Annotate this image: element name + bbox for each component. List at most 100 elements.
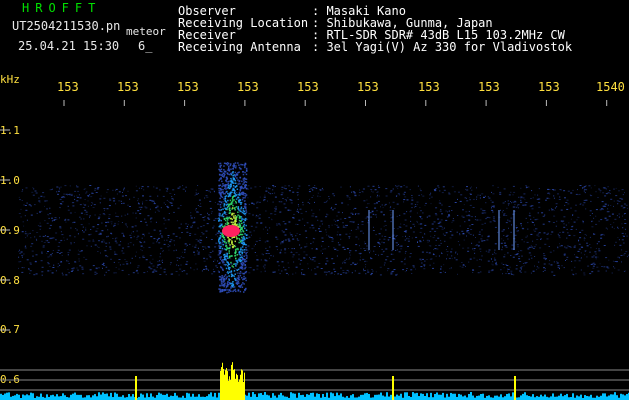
baseline-bar [480, 394, 482, 400]
noise-pixel [611, 226, 613, 228]
noise-pixel [46, 252, 48, 254]
noise-pixel [76, 267, 78, 269]
echo-pixel [223, 203, 225, 205]
baseline-bar [616, 395, 618, 400]
noise-pixel [553, 274, 556, 276]
echo-pixel [231, 191, 233, 193]
noise-pixel [469, 187, 471, 189]
noise-pixel [94, 244, 97, 246]
noise-pixel [468, 232, 470, 234]
noise-pixel [533, 216, 535, 218]
noise-pixel [491, 201, 494, 203]
noise-pixel [175, 249, 177, 251]
noise-pixel [293, 261, 295, 263]
noise-pixel [378, 195, 380, 197]
echo-pixel [242, 225, 244, 228]
level-bar [244, 372, 245, 400]
echo-pixel [228, 165, 230, 168]
noise-pixel [617, 237, 619, 239]
noise-pixel [615, 195, 618, 197]
noise-pixel [27, 233, 30, 235]
noise-pixel [94, 189, 96, 191]
noise-pixel [618, 213, 620, 215]
echo-pixel [245, 234, 248, 236]
noise-pixel [619, 244, 622, 246]
noise-pixel [471, 186, 472, 188]
noise-pixel [108, 218, 111, 219]
noise-pixel [268, 217, 270, 219]
noise-pixel [163, 239, 165, 241]
noise-pixel [441, 253, 443, 254]
baseline-bar [346, 396, 348, 400]
noise-pixel [581, 257, 582, 259]
noise-pixel [417, 245, 420, 247]
noise-pixel [47, 263, 50, 265]
noise-pixel [19, 252, 22, 254]
noise-pixel [594, 256, 597, 258]
noise-pixel [59, 186, 62, 188]
noise-pixel [434, 235, 436, 237]
noise-pixel [589, 273, 592, 275]
echo-pixel [232, 199, 234, 201]
noise-pixel [547, 232, 549, 234]
level-bar [226, 368, 227, 400]
noise-pixel [67, 194, 68, 196]
x-tick-7: 153 [418, 80, 440, 94]
noise-pixel [314, 273, 317, 275]
noise-pixel [594, 185, 596, 187]
noise-pixel [489, 217, 491, 219]
echo-pixel [221, 196, 224, 198]
noise-pixel [248, 267, 250, 269]
noise-pixel [506, 207, 508, 209]
noise-pixel [59, 264, 61, 266]
echo-pixel [228, 207, 231, 210]
noise-pixel [113, 200, 116, 202]
noise-pixel [374, 189, 377, 191]
noise-pixel [139, 213, 142, 215]
echo-pixel [221, 275, 223, 277]
noise-pixel [532, 222, 534, 223]
noise-pixel [81, 266, 84, 268]
noise-pixel [557, 265, 560, 267]
noise-pixel [203, 268, 205, 270]
noise-pixel [371, 269, 373, 270]
noise-pixel [344, 226, 347, 228]
echo-pixel [239, 187, 242, 189]
noise-pixel [392, 201, 395, 203]
echo-pixel [233, 199, 235, 201]
noise-pixel [451, 248, 453, 250]
noise-pixel [465, 265, 466, 267]
noise-pixel [372, 230, 375, 231]
noise-pixel [544, 214, 546, 216]
echo-pixel [228, 193, 230, 196]
noise-pixel [98, 240, 100, 242]
echo-pixel [241, 242, 244, 244]
noise-pixel [265, 190, 268, 192]
noise-pixel [455, 252, 457, 254]
noise-pixel [373, 203, 376, 205]
noise-pixel [85, 227, 87, 229]
noise-pixel [262, 254, 264, 256]
baseline-bar [58, 396, 60, 400]
echo-pixel [231, 237, 233, 239]
noise-pixel [311, 224, 314, 226]
noise-pixel [94, 273, 97, 275]
baseline-bar [530, 396, 532, 400]
echo-pixel [239, 274, 242, 277]
noise-pixel [500, 242, 503, 244]
baseline-bar [98, 392, 100, 400]
baseline-bar [600, 395, 602, 400]
noise-pixel [385, 225, 387, 226]
echo-pixel [233, 217, 235, 219]
noise-pixel [583, 190, 585, 192]
echo-pixel [244, 238, 246, 241]
noise-pixel [585, 189, 588, 191]
noise-pixel [180, 264, 182, 266]
noise-pixel [315, 230, 317, 232]
echo-pixel [245, 253, 247, 255]
echo-pixel [233, 164, 236, 166]
echo-pixel [227, 265, 229, 267]
noise-pixel [256, 222, 259, 224]
noise-pixel [197, 247, 199, 249]
baseline-bar [76, 394, 78, 400]
